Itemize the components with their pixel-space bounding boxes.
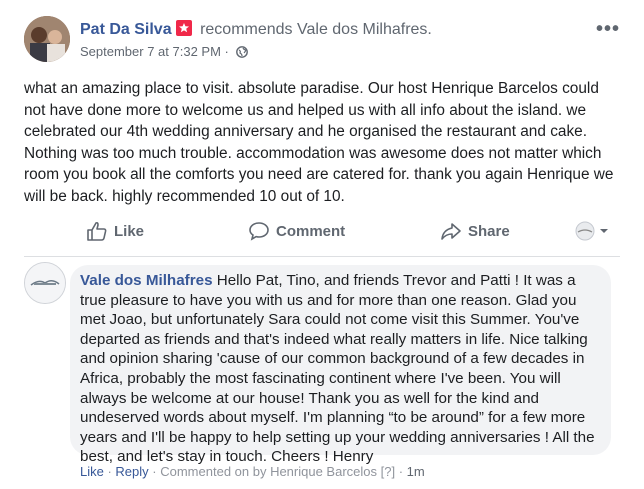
globe-icon[interactable] (235, 46, 248, 58)
reply-author[interactable]: Vale dos Milhafres (80, 272, 213, 289)
post-text: what an amazing place to visit. absolute… (24, 80, 614, 205)
post-meta: September 7 at 7:32 PM · (80, 44, 248, 59)
comment-button[interactable]: Comment (248, 220, 345, 242)
post-date[interactable]: September 7 at 7:32 PM (80, 44, 221, 59)
page-name-link[interactable]: Vale dos Milhafres. (297, 21, 432, 38)
share-icon (441, 223, 461, 240)
meta-separator: · (224, 44, 229, 59)
author-name[interactable]: Pat Da Silva (80, 21, 172, 38)
comment-icon (249, 222, 269, 241)
author-line: Pat Da Silva recommends Vale dos Milhafr… (80, 20, 432, 39)
divider (24, 256, 620, 257)
page-selector[interactable] (574, 220, 614, 242)
share-button[interactable]: Share (440, 220, 510, 242)
reply-avatar[interactable] (24, 262, 66, 304)
reply-text-block: Vale dos Milhafres Hello Pat, Tino, and … (80, 271, 600, 467)
page-avatar-chevron-icon (575, 221, 608, 241)
reply-time[interactable]: 1m (407, 464, 425, 479)
recommends-label: recommends (200, 21, 293, 38)
reply-bubble: Vale dos Milhafres Hello Pat, Tino, and … (70, 265, 611, 465)
like-button[interactable]: Like (86, 220, 144, 242)
more-options-icon[interactable]: ••• (596, 18, 620, 41)
reply-actions: Like · Reply · Commented on by Henrique … (80, 464, 425, 479)
commented-on-by: Commented on by Henrique Barcelos (160, 464, 378, 479)
reply-text: Hello Pat, Tino, and friends Trevor and … (80, 272, 595, 466)
reply-reply-link[interactable]: Reply (115, 464, 148, 479)
post-actions: Like Comment Share (0, 212, 644, 252)
reply-sep-3: · (395, 464, 407, 479)
reply-like-link[interactable]: Like (80, 464, 104, 479)
like-label: Like (114, 222, 145, 240)
comment-label: Comment (276, 222, 346, 240)
post-header: Pat Da Silva recommends Vale dos Milhafr… (24, 12, 644, 66)
thumbs-up-icon (87, 221, 107, 241)
reply-sep-1: · (103, 464, 116, 479)
share-label: Share (468, 222, 510, 240)
author-avatar[interactable] (24, 16, 70, 62)
recommend-badge-icon (175, 20, 192, 36)
reply-sep-2: · (148, 464, 161, 479)
help-mark[interactable]: [?] (381, 464, 395, 479)
